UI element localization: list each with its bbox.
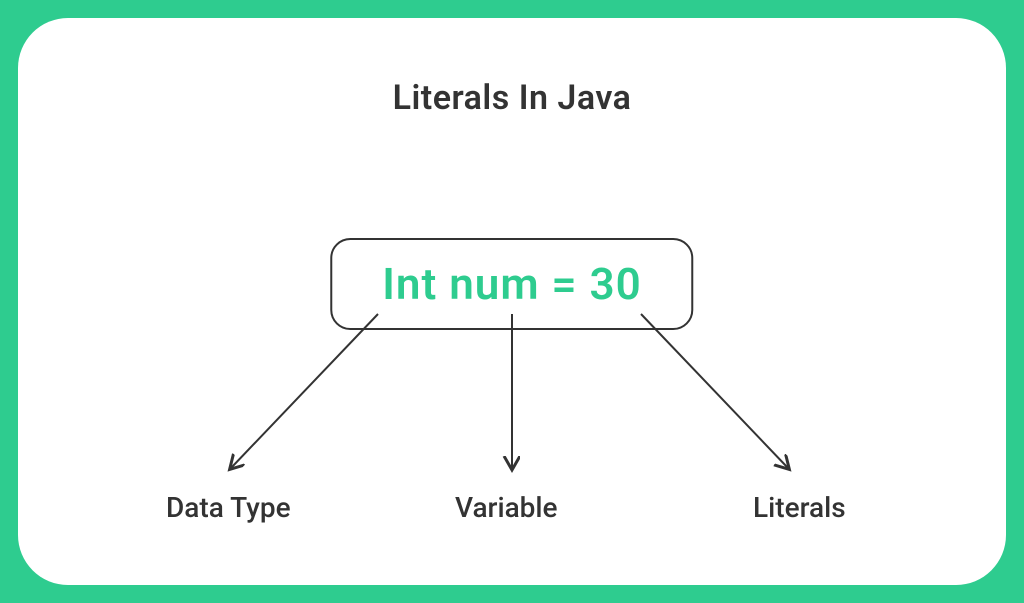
code-expression-box: Int num = 30 (330, 238, 693, 330)
label-datatype: Data Type (166, 491, 291, 524)
label-literals: Literals (753, 491, 846, 524)
diagram-inner-frame: Literals In Java Int num = 30 Data Type … (18, 18, 1006, 585)
label-variable: Variable (455, 491, 558, 524)
code-expression-text: Int num = 30 (382, 258, 641, 310)
diagram-title: Literals In Java (393, 78, 632, 118)
diagram-outer-frame: Literals In Java Int num = 30 Data Type … (0, 0, 1024, 603)
